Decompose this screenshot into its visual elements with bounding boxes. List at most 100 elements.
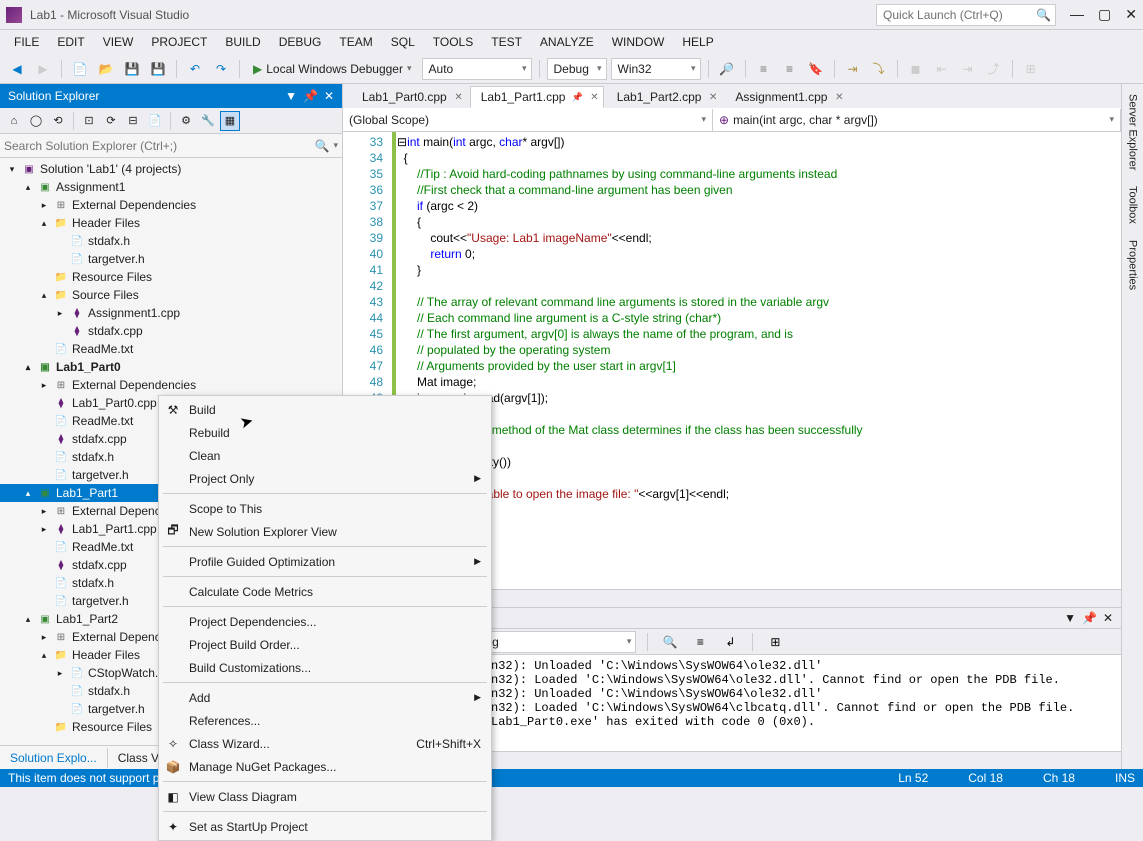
expander-icon[interactable]: ▸ [38,380,50,391]
menu-build[interactable]: BUILD [217,32,268,52]
menu-item-class-wizard[interactable]: ✧Class Wizard...Ctrl+Shift+X [159,732,491,755]
menu-item-add[interactable]: Add▶ [159,686,491,709]
home-icon[interactable]: ⌂ [4,111,24,131]
code-text[interactable]: ⊟int main(int argc, char* argv[]) { //Ti… [397,132,1121,589]
menu-item-clean[interactable]: Clean [159,444,491,467]
menu-item-project-build-order[interactable]: Project Build Order... [159,633,491,656]
expander-icon[interactable]: ▴ [22,614,34,625]
output-clear-icon[interactable]: ≡ [689,631,711,653]
menu-team[interactable]: TEAM [331,32,380,52]
editor-tab[interactable]: Lab1_Part1.cpp📌✕ [470,86,604,108]
expander-icon[interactable]: ▴ [38,218,50,229]
expander-icon[interactable]: ▸ [54,668,66,679]
menu-item-rebuild[interactable]: Rebuild [159,421,491,444]
show-all-icon[interactable]: 📄 [145,111,165,131]
start-debugging-button[interactable]: ▶ Local Windows Debugger ▾ [247,62,418,76]
comment-button[interactable]: ≡ [753,58,775,80]
menu-edit[interactable]: EDIT [49,32,92,52]
misc-button-5[interactable]: ⊞ [1020,58,1042,80]
redo-button[interactable]: ↷ [210,58,232,80]
tree-item[interactable]: 📄ReadMe.txt [0,340,342,358]
forward-icon[interactable]: ⟲ [48,111,68,131]
menu-debug[interactable]: DEBUG [271,32,330,52]
menu-item-view-class-diagram[interactable]: ◧View Class Diagram [159,785,491,808]
sync-icon[interactable]: ⊡ [79,111,99,131]
solution-search-input[interactable] [4,139,315,153]
editor-tab[interactable]: Assignment1.cpp✕ [724,86,848,108]
output-pin-icon[interactable]: 📌 [1082,611,1097,625]
panel-pin-icon[interactable]: 📌 [303,89,318,103]
expander-icon[interactable]: ▴ [38,650,50,661]
properties-icon[interactable]: ⚙ [176,111,196,131]
tree-item[interactable]: ▴📁Source Files [0,286,342,304]
quick-launch-input[interactable]: Quick Launch (Ctrl+Q) 🔍 [876,4,1056,26]
expander-icon[interactable]: ▸ [38,524,50,535]
expander-icon[interactable]: ▸ [54,308,66,319]
config-combo-1[interactable]: Auto [422,58,532,80]
expander-icon[interactable]: ▴ [22,182,34,193]
context-menu[interactable]: ⚒BuildRebuildCleanProject Only▶Scope to … [158,395,492,841]
menu-view[interactable]: VIEW [95,32,142,52]
uncomment-button[interactable]: ≡ [779,58,801,80]
menu-item-scope-to-this[interactable]: Scope to This [159,497,491,520]
close-tab-icon[interactable]: ✕ [835,92,843,103]
menu-file[interactable]: FILE [6,32,47,52]
menu-item-references[interactable]: References... [159,709,491,732]
menu-project[interactable]: PROJECT [143,32,215,52]
menu-item-build-customizations[interactable]: Build Customizations... [159,656,491,679]
editor-tab[interactable]: Lab1_Part2.cpp✕ [606,86,723,108]
tree-item[interactable]: ⧫stdafx.cpp [0,322,342,340]
step-button-1[interactable]: ⇥ [842,58,864,80]
tab-solution-explorer[interactable]: Solution Explo... [0,748,108,768]
tree-item[interactable]: 📄stdafx.h [0,232,342,250]
menu-analyze[interactable]: ANALYZE [532,32,602,52]
menu-window[interactable]: WINDOW [604,32,673,52]
menu-item-profile-guided-optimization[interactable]: Profile Guided Optimization▶ [159,550,491,573]
wrench-icon[interactable]: 🔧 [198,111,218,131]
expander-icon[interactable]: ▴ [22,488,34,499]
tree-item[interactable]: ▾▣Solution 'Lab1' (4 projects) [0,160,342,178]
tree-item[interactable]: 📄targetver.h [0,250,342,268]
misc-button-3[interactable]: ⇥ [957,58,979,80]
save-all-button[interactable]: 💾 [147,58,169,80]
output-misc-icon[interactable]: ⊞ [764,631,786,653]
menu-item-project-only[interactable]: Project Only▶ [159,467,491,490]
output-close-icon[interactable]: ✕ [1103,611,1113,625]
tab-properties[interactable]: Properties [1125,234,1141,296]
collapse-icon[interactable]: ⊟ [123,111,143,131]
expander-icon[interactable]: ▸ [38,632,50,643]
tree-item[interactable]: ▴▣Lab1_Part0 [0,358,342,376]
undo-button[interactable]: ↶ [184,58,206,80]
editor-tab[interactable]: Lab1_Part0.cpp✕ [351,86,468,108]
tab-server-explorer[interactable]: Server Explorer [1125,88,1141,176]
open-button[interactable]: 📂 [95,58,117,80]
tree-item[interactable]: ▴📁Header Files [0,214,342,232]
tree-item[interactable]: ▸⊞External Dependencies [0,196,342,214]
output-wrap-icon[interactable]: ↲ [719,631,741,653]
platform-combo[interactable]: Win32 [611,58,701,80]
expander-icon[interactable]: ▴ [22,362,34,373]
menu-item-set-as-startup-project[interactable]: ✦Set as StartUp Project [159,815,491,838]
menu-tools[interactable]: TOOLS [425,32,481,52]
back-icon[interactable]: ◯ [26,111,46,131]
tree-item[interactable]: ▸⊞External Dependencies [0,376,342,394]
close-tab-icon[interactable]: ✕ [454,92,462,103]
menu-sql[interactable]: SQL [383,32,423,52]
maximize-button[interactable]: ▢ [1098,6,1111,23]
menu-test[interactable]: TEST [483,32,530,52]
nav-back-button[interactable]: ◀ [6,58,28,80]
preview-icon[interactable]: ▦ [220,111,240,131]
panel-dropdown-icon[interactable]: ▼ [285,89,297,103]
expander-icon[interactable]: ▸ [38,200,50,211]
misc-button-2[interactable]: ⇤ [931,58,953,80]
close-tab-icon[interactable]: ✕ [590,92,598,103]
output-find-icon[interactable]: 🔍 [659,631,681,653]
nav-forward-button[interactable]: ▶ [32,58,54,80]
find-button[interactable]: 🔎 [716,58,738,80]
misc-button-4[interactable]: ⤴ [983,58,1005,80]
close-tab-icon[interactable]: ✕ [709,92,717,103]
solution-explorer-header[interactable]: Solution Explorer ▼ 📌 ✕ [0,84,342,108]
solution-search[interactable]: 🔍 ▾ [0,134,342,158]
scope-dropdown-right[interactable]: ⊕ main(int argc, char * argv[]) [713,109,1121,131]
new-project-button[interactable]: 📄 [69,58,91,80]
